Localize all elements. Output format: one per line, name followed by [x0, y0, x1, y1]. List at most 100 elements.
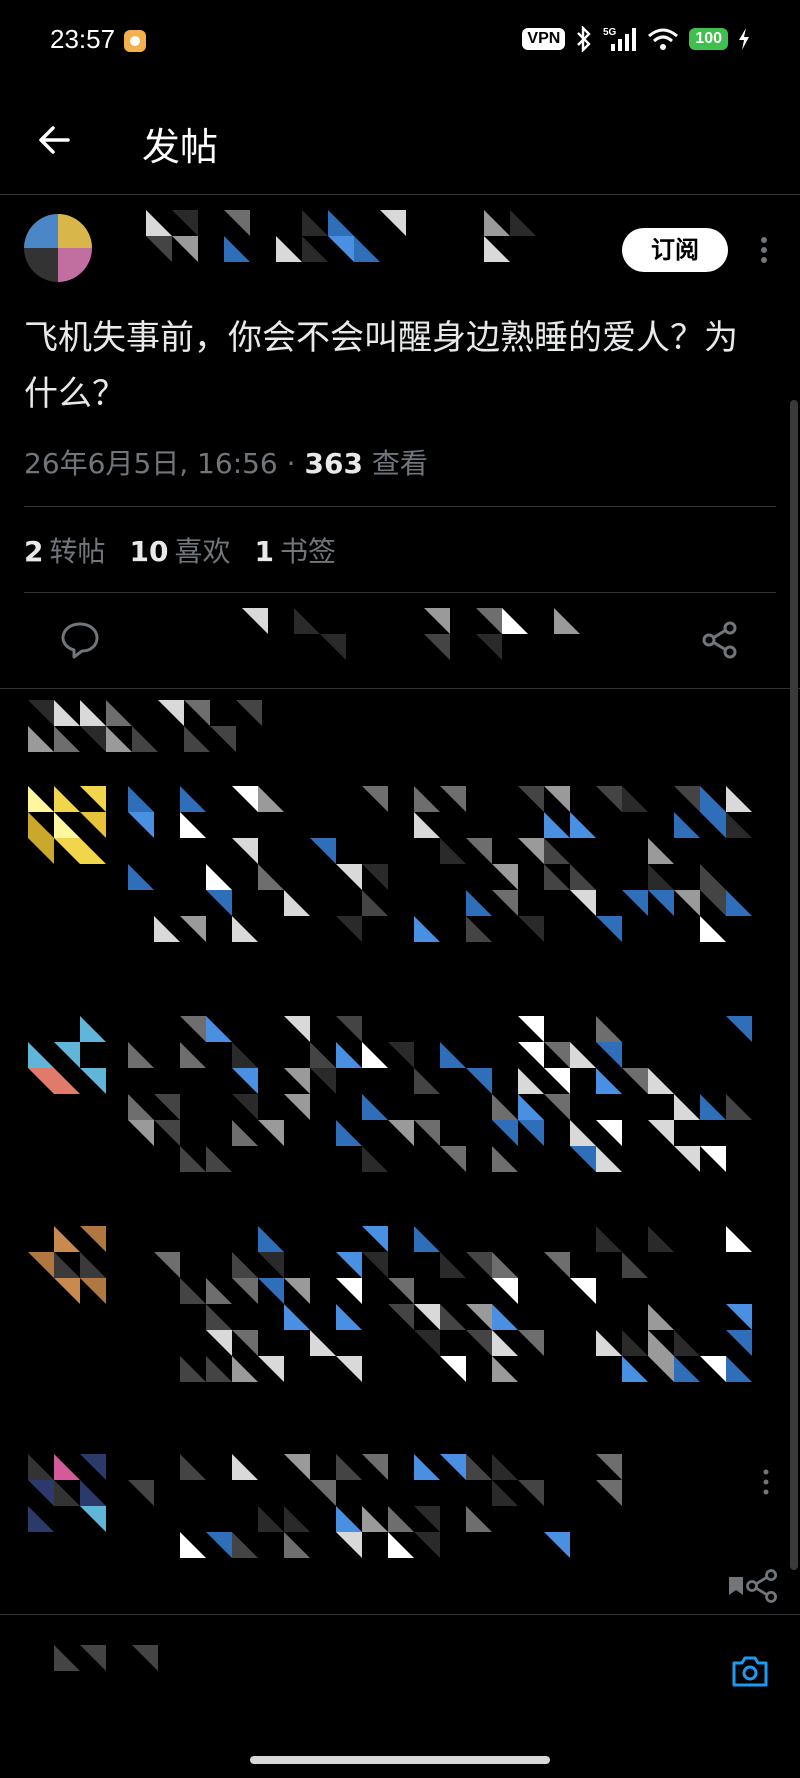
- reply-share-button[interactable]: [742, 1566, 782, 1606]
- mosaic-tile: [362, 786, 388, 812]
- mosaic-tile: [184, 726, 210, 752]
- mosaic-tile: [336, 864, 362, 890]
- mosaic-tile: [362, 1042, 388, 1068]
- camera-icon: [732, 1656, 768, 1687]
- mosaic-tile: [700, 1356, 726, 1382]
- mosaic-tile: [362, 1146, 388, 1172]
- charging-icon: [738, 28, 750, 50]
- mosaic-tile: [284, 1016, 310, 1042]
- mosaic-tile: [414, 1068, 440, 1094]
- author-name-obscured[interactable]: [146, 210, 566, 280]
- reply-more-button[interactable]: [756, 1462, 776, 1502]
- bookmarks-stat[interactable]: 1 书签: [254, 530, 336, 570]
- mosaic-tile: [622, 1356, 648, 1382]
- mosaic-tile: [440, 838, 466, 864]
- mosaic-tile: [380, 210, 406, 236]
- mosaic-tile: [54, 726, 80, 752]
- reply-item[interactable]: [28, 1454, 777, 1614]
- mosaic-tile: [336, 1042, 362, 1068]
- mosaic-tile: [154, 1252, 180, 1278]
- battery-level: 100: [689, 28, 728, 50]
- back-button[interactable]: [34, 118, 78, 162]
- mosaic-tile: [622, 890, 648, 916]
- mosaic-tile: [362, 1226, 388, 1252]
- reply-content-obscured: [128, 1454, 688, 1574]
- mosaic-tile: [492, 864, 518, 890]
- mosaic-tile: [336, 1356, 362, 1382]
- mosaic-tile: [414, 1506, 440, 1532]
- mosaic-tile: [80, 1506, 106, 1532]
- mosaic-tile: [700, 1146, 726, 1172]
- mosaic-tile: [128, 786, 154, 812]
- reply-item[interactable]: [28, 1226, 776, 1406]
- mosaic-tile: [570, 1042, 596, 1068]
- mosaic-tile: [28, 726, 54, 752]
- post-author-row: 订阅: [24, 210, 776, 290]
- mosaic-tile: [502, 608, 528, 634]
- reply-item[interactable]: [28, 786, 776, 966]
- mosaic-tile: [154, 1120, 180, 1146]
- mosaic-tile: [180, 786, 206, 812]
- mosaic-tile: [674, 1146, 700, 1172]
- mosaic-tile: [362, 1094, 388, 1120]
- reply-avatar[interactable]: [28, 1226, 116, 1314]
- home-indicator[interactable]: [250, 1756, 550, 1764]
- mosaic-tile: [284, 1068, 310, 1094]
- mosaic-tile: [544, 864, 570, 890]
- likes-label: 喜欢: [174, 535, 231, 568]
- mosaic-tile: [172, 236, 198, 262]
- mosaic-tile: [206, 1532, 232, 1558]
- more-options-button[interactable]: [752, 228, 776, 272]
- author-avatar[interactable]: [24, 214, 92, 282]
- reply-composer[interactable]: [0, 1614, 800, 1735]
- reply-item[interactable]: [28, 1016, 776, 1186]
- mosaic-tile: [726, 1016, 752, 1042]
- mosaic-tile: [80, 1016, 106, 1042]
- mosaic-tile: [146, 210, 172, 236]
- divider: [24, 506, 776, 507]
- mosaic-tile: [544, 1068, 570, 1094]
- more-vertical-icon: [761, 237, 767, 263]
- mosaic-tile: [700, 812, 726, 838]
- composer-placeholder-obscured[interactable]: [28, 1645, 178, 1685]
- subscribe-button[interactable]: 订阅: [622, 228, 728, 272]
- mosaic-tile: [596, 1330, 622, 1356]
- reply-avatar[interactable]: [28, 786, 116, 874]
- post-meta: 26年6月5日, 16:56 · 363 查看: [24, 442, 428, 482]
- mosaic-tile: [258, 786, 284, 812]
- mosaic-tile: [80, 1226, 106, 1252]
- mosaic-tile: [596, 1454, 622, 1480]
- scrollbar[interactable]: [790, 400, 798, 1570]
- mosaic-tile: [518, 786, 544, 812]
- mosaic-tile: [206, 1304, 232, 1330]
- reply-icon: [61, 622, 99, 659]
- views-label: 查看: [371, 447, 428, 480]
- mosaic-tile: [320, 634, 346, 660]
- share-button[interactable]: [698, 618, 742, 662]
- mosaic-tile: [362, 1252, 388, 1278]
- mosaic-tile: [80, 1454, 106, 1480]
- mosaic-tile: [54, 1480, 80, 1506]
- mosaic-tile: [276, 236, 302, 262]
- mosaic-tile: [518, 916, 544, 942]
- mosaic-tile: [700, 864, 726, 890]
- reply-avatar[interactable]: [28, 1454, 116, 1542]
- mosaic-tile: [54, 1068, 80, 1094]
- camera-button[interactable]: [730, 1651, 770, 1691]
- reply-avatar[interactable]: [28, 1016, 116, 1104]
- mosaic-tile: [180, 1146, 206, 1172]
- mosaic-tile: [28, 838, 54, 864]
- notification-app-icon: [124, 30, 146, 52]
- mosaic-tile: [294, 608, 320, 634]
- mosaic-tile: [362, 890, 388, 916]
- mosaic-tile: [28, 1068, 54, 1094]
- mosaic-tile: [80, 1252, 106, 1278]
- likes-stat[interactable]: 10 喜欢: [130, 530, 231, 570]
- mosaic-tile: [440, 1042, 466, 1068]
- mosaic-tile: [700, 786, 726, 812]
- mosaic-tile: [492, 1120, 518, 1146]
- mosaic-tile: [570, 1146, 596, 1172]
- reply-button[interactable]: [58, 618, 102, 662]
- reposts-stat[interactable]: 2 转帖: [24, 530, 106, 570]
- mosaic-tile: [544, 1042, 570, 1068]
